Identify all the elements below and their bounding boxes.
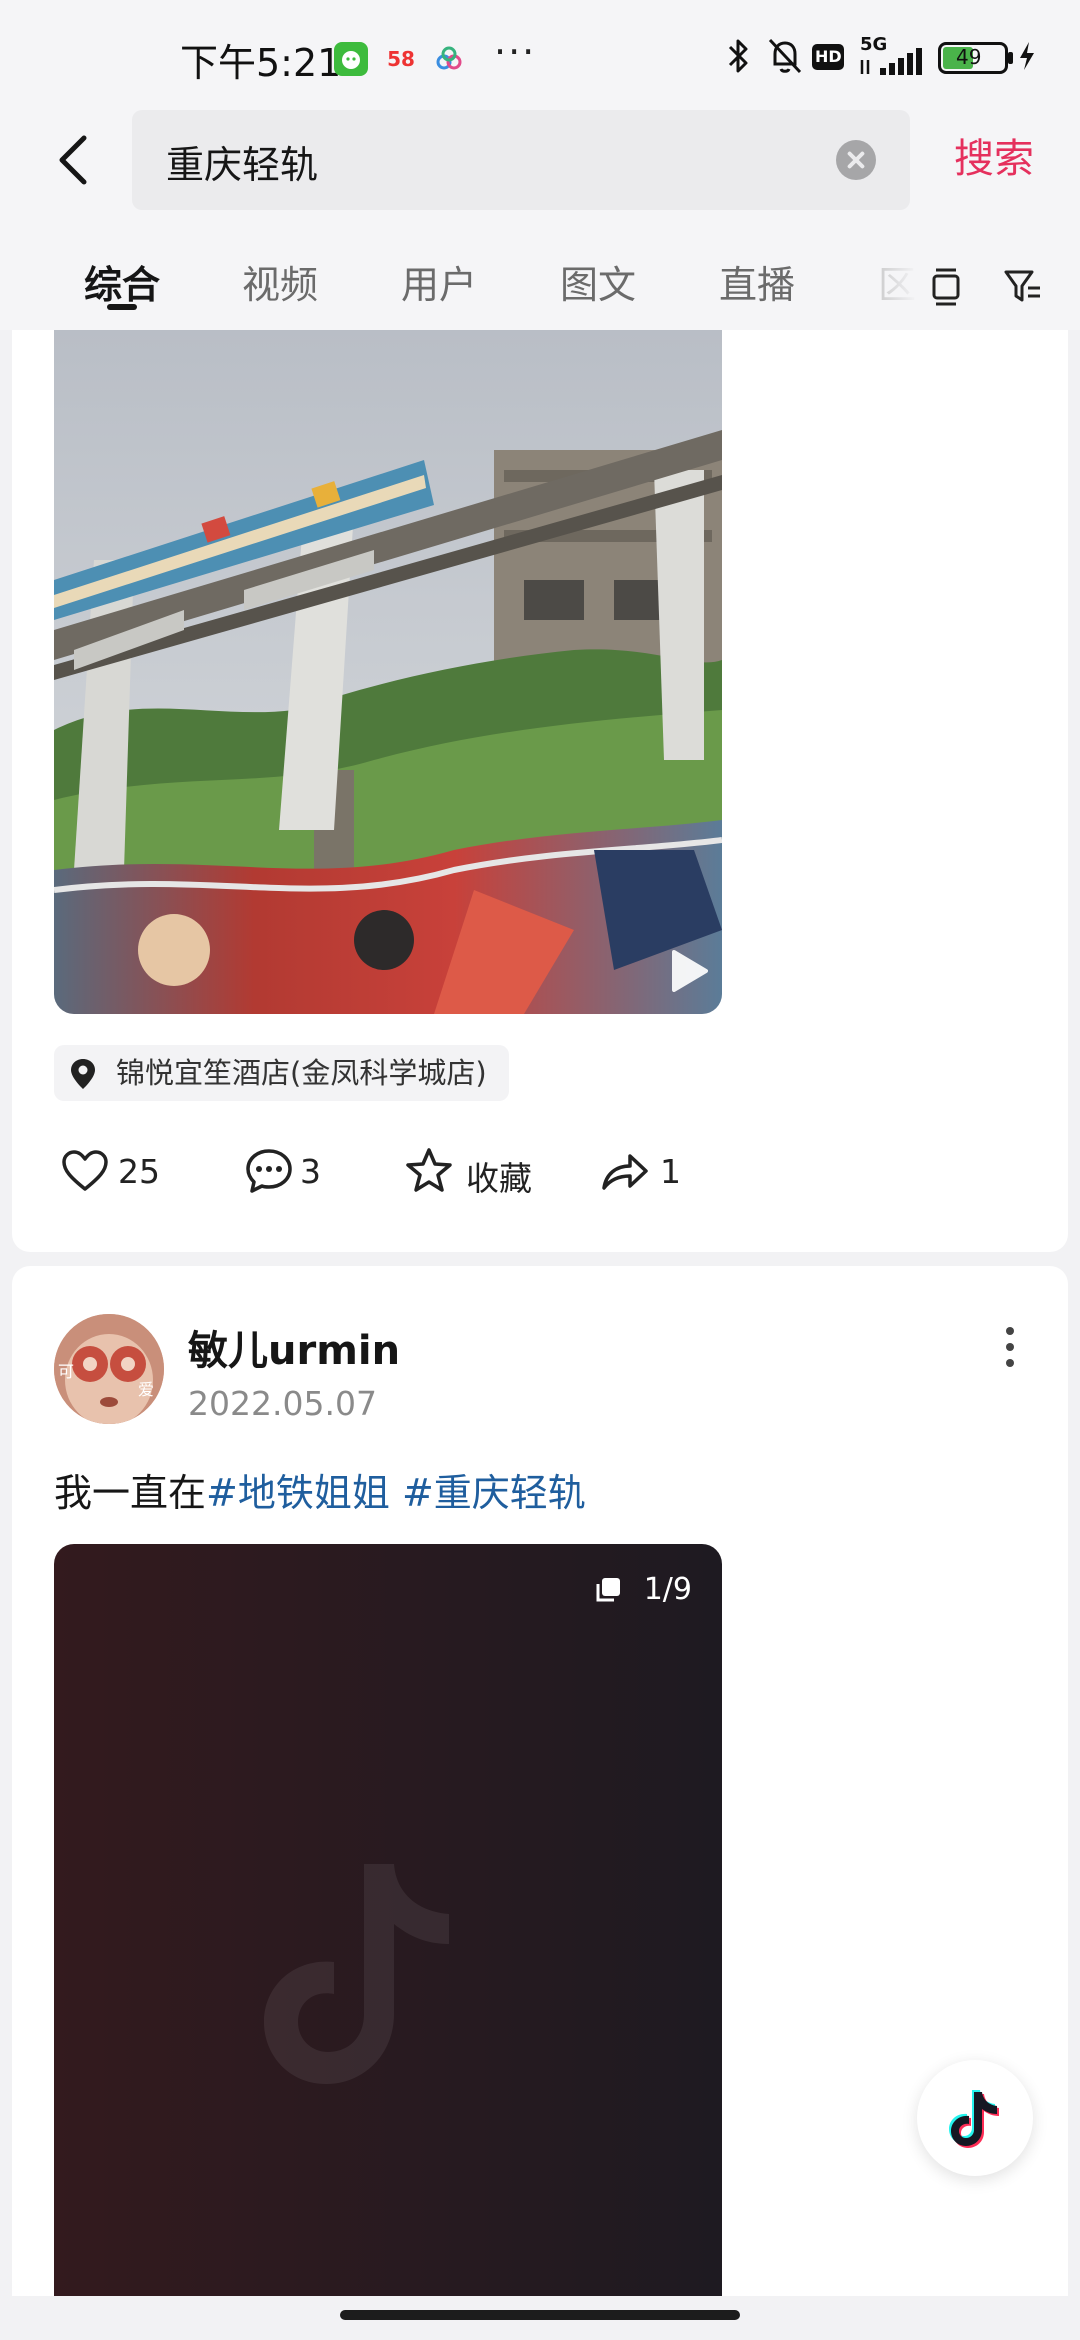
clear-search-icon[interactable] bbox=[836, 140, 876, 180]
like-count: 25 bbox=[118, 1152, 160, 1191]
more-options-icon[interactable] bbox=[1000, 1322, 1020, 1372]
hd-icon: HD bbox=[812, 44, 844, 70]
tab-users[interactable]: 用户 bbox=[401, 254, 477, 309]
post-2-image-gallery[interactable]: 1/9 bbox=[54, 1544, 722, 2296]
username[interactable]: 敏儿urmin bbox=[188, 1318, 400, 1376]
battery-level: 49 bbox=[956, 45, 982, 69]
like-button[interactable]: 25 bbox=[60, 1146, 180, 1196]
battery-icon: 49 bbox=[938, 42, 1008, 74]
location-name: 锦悦宜笙酒店(金凤科学城店) bbox=[116, 1056, 487, 1090]
hashtag-subway-sister[interactable]: #地铁姐姐 bbox=[206, 1471, 390, 1515]
back-arrow-icon bbox=[59, 135, 87, 185]
layout-toggle-icon[interactable] bbox=[924, 264, 968, 308]
bluetooth-icon bbox=[728, 39, 748, 73]
douyin-home-button[interactable] bbox=[917, 2060, 1033, 2176]
post-date: 2022.05.07 bbox=[188, 1384, 377, 1423]
more-notifications-icon: ··· bbox=[494, 30, 537, 74]
active-tab-indicator bbox=[107, 304, 137, 310]
star-icon bbox=[406, 1148, 452, 1192]
avatar-text-left: 可 bbox=[58, 1362, 75, 1381]
post-1-video-thumbnail[interactable] bbox=[54, 330, 722, 1014]
hashtag-chongqing-monorail[interactable]: #重庆轻轨 bbox=[402, 1471, 586, 1515]
image-count: 1/9 bbox=[643, 1572, 692, 1607]
tab-comprehensive[interactable]: 综合 bbox=[84, 254, 160, 309]
battery-tip bbox=[1008, 52, 1013, 64]
share-count: 1 bbox=[660, 1152, 681, 1191]
favorite-button[interactable]: 收藏 bbox=[404, 1146, 554, 1198]
favorite-label: 收藏 bbox=[466, 1159, 532, 1198]
play-icon bbox=[672, 950, 708, 992]
search-header: 重庆轻轨 搜索 综合 视频 用户 图文 直播 区 bbox=[0, 110, 1080, 330]
filter-icon[interactable] bbox=[1002, 264, 1046, 308]
hd-label: HD bbox=[815, 47, 842, 66]
navigation-gesture-bar bbox=[0, 2296, 1080, 2340]
signal-icon bbox=[860, 48, 922, 75]
tab-live[interactable]: 直播 bbox=[719, 254, 795, 309]
monorail-photo bbox=[54, 330, 722, 1014]
back-button[interactable] bbox=[48, 120, 108, 200]
mute-bell-icon bbox=[768, 38, 802, 74]
wechat-app-icon bbox=[334, 42, 368, 76]
avatar[interactable]: 可 爱 bbox=[54, 1314, 164, 1424]
location-pin-icon bbox=[71, 1059, 95, 1089]
cloud-app-icon bbox=[432, 42, 466, 76]
tab-image-text[interactable]: 图文 bbox=[560, 254, 636, 309]
location-tag[interactable]: 锦悦宜笙酒店(金凤科学城店) bbox=[54, 1045, 509, 1101]
result-tabs: 综合 视频 用户 图文 直播 区 bbox=[0, 240, 1080, 330]
search-button[interactable]: 搜索 bbox=[954, 126, 1034, 184]
post-card-1: 锦悦宜笙酒店(金凤科学城店) 25 3 收藏 1 bbox=[12, 330, 1068, 1252]
post-1-action-bar: 25 3 收藏 1 bbox=[12, 1130, 1068, 1210]
comment-icon bbox=[246, 1149, 292, 1193]
app-58-icon: 58 bbox=[387, 47, 415, 71]
status-bar: 下午5:21 58 ··· HD 5G 49 bbox=[0, 0, 1080, 110]
post-caption: 我一直在#地铁姐姐 #重庆轻轨 bbox=[54, 1462, 586, 1517]
status-time: 下午5:21 bbox=[180, 41, 342, 85]
home-indicator[interactable] bbox=[340, 2310, 740, 2320]
caption-text: 我一直在 bbox=[54, 1471, 207, 1515]
comment-count: 3 bbox=[300, 1152, 321, 1191]
charging-icon bbox=[1020, 42, 1034, 70]
douyin-logo-icon bbox=[949, 2090, 999, 2148]
comment-button[interactable]: 3 bbox=[244, 1146, 354, 1196]
tiktok-watermark-icon bbox=[264, 1864, 449, 2084]
search-input[interactable]: 重庆轻轨 bbox=[132, 110, 910, 210]
tab-video[interactable]: 视频 bbox=[242, 254, 318, 309]
tabs-fade-overlay bbox=[870, 250, 930, 330]
share-arrow-icon bbox=[602, 1154, 648, 1190]
gallery-count-icon bbox=[596, 1578, 620, 1602]
avatar-text-right: 爱 bbox=[138, 1380, 155, 1399]
share-button[interactable]: 1 bbox=[600, 1146, 710, 1196]
search-query-text: 重庆轻轨 bbox=[166, 143, 319, 187]
post-card-2: 可 爱 敏儿urmin 2022.05.07 我一直在#地铁姐姐 #重庆轻轨 1… bbox=[12, 1266, 1068, 2296]
heart-icon bbox=[62, 1150, 108, 1191]
